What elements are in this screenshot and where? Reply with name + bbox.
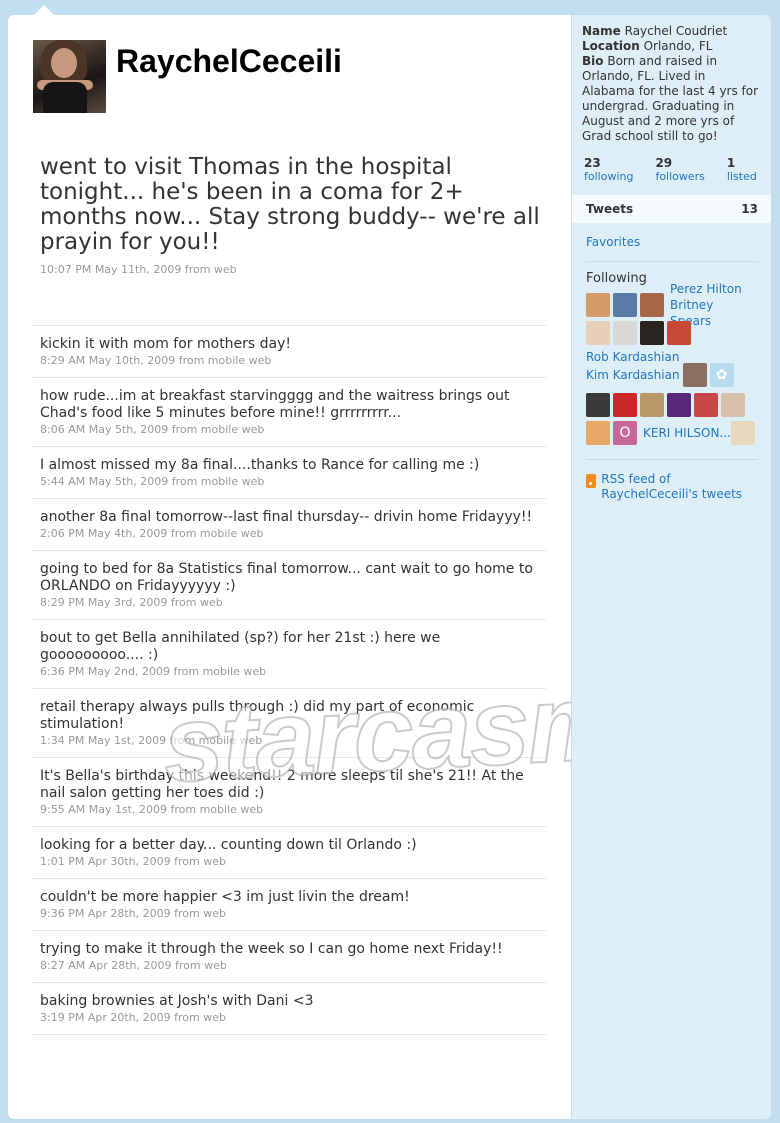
stat-followers-count: 29 [655,156,673,170]
following-avatar[interactable] [586,321,610,345]
avatar[interactable] [33,40,106,113]
o-logo-icon[interactable]: O [613,421,637,445]
profile-stats: 23 following 29 followers 1 listed [572,144,771,183]
tweet-text: bout to get Bella annihilated (sp?) for … [40,630,441,663]
following-row: Perez Hilton Britney Spears [586,282,758,328]
following-avatar[interactable] [613,293,637,317]
featured-tweet: went to visit Thomas in the hospital ton… [40,154,550,277]
profile-bio: Born and raised in Orlando, FL. Lived in… [582,54,759,143]
sidebar: Name Raychel Coudriet Location Orlando, … [571,15,771,1119]
tweet-item: I almost missed my 8a final....thanks to… [32,446,546,498]
tweet-meta[interactable]: 6:36 PM May 2nd, 2009 from mobile web [40,665,538,679]
tweet-meta[interactable]: 1:01 PM Apr 30th, 2009 from web [40,855,538,869]
favorites-link[interactable]: Favorites [572,223,771,249]
tweet-text: baking brownies at Josh's with Dani <3 [40,993,314,1009]
avatar-face [51,48,77,78]
tweet-meta[interactable]: 9:55 AM May 1st, 2009 from mobile web [40,803,538,817]
rss-icon [586,474,597,488]
following-row: Kim Kardashian ✿ [586,363,758,387]
following-avatar[interactable] [613,321,637,345]
stat-following-count: 23 [584,156,601,170]
following-names-2: Rob Kardashian Kim Kardashian ✿ [586,349,758,387]
following-avatar[interactable] [613,393,637,417]
tweet-item: going to bed for 8a Statistics final tom… [32,550,546,619]
tweet-meta[interactable]: 8:29 PM May 3rd, 2009 from web [40,596,538,610]
stat-followers[interactable]: 29 followers [655,156,704,183]
stat-listed-label[interactable]: listed [727,170,757,183]
following-avatar[interactable] [586,293,610,317]
following-perez-hilton[interactable]: Perez Hilton [670,281,758,297]
following-avatar[interactable] [721,393,745,417]
tweet-item: trying to make it through the week so I … [32,930,546,982]
featured-tweet-text: went to visit Thomas in the hospital ton… [40,154,540,255]
tweet-item: baking brownies at Josh's with Dani <3 3:… [32,982,546,1035]
profile-info: Name Raychel Coudriet Location Orlando, … [572,15,771,144]
following-row: O KERI HILSON... [586,419,758,447]
tweet-meta[interactable]: 8:29 AM May 10th, 2009 from mobile web [40,354,538,368]
profile-name: Raychel Coudriet [624,24,728,38]
tweet-meta[interactable]: 9:36 PM Apr 28th, 2009 from web [40,907,538,921]
tweet-text: another 8a final tomorrow--last final th… [40,509,533,525]
rss-feed-link[interactable]: RSS feed of RaychelCeceili's tweets [572,460,771,502]
tweet-text: how rude...im at breakfast starvingggg a… [40,388,510,421]
following-avatar[interactable] [640,321,664,345]
tweet-meta[interactable]: 2:06 PM May 4th, 2009 from mobile web [40,527,538,541]
following-avatar[interactable] [667,393,691,417]
following-avatar[interactable] [640,393,664,417]
following-avatar[interactable] [682,363,707,387]
following-avatar[interactable] [586,421,610,445]
tab-tweets[interactable]: Tweets 13 [572,195,771,223]
page-title: RaychelCeceili [116,43,342,79]
following-avatar[interactable] [694,393,718,417]
stat-listed[interactable]: 1 listed [727,156,757,183]
following-grid: Perez Hilton Britney Spears Rob Kardashi… [572,282,771,447]
following-avatar[interactable] [586,393,610,417]
tweet-item: looking for a better day... counting dow… [32,826,546,878]
location-label: Location [582,39,640,53]
tweet-item: retail therapy always pulls through :) d… [32,688,546,757]
stat-followers-label[interactable]: followers [655,170,704,183]
tab-tweets-count: 13 [741,202,758,216]
tweet-text: kickin it with mom for mothers day! [40,336,292,352]
tweet-text: retail therapy always pulls through :) d… [40,699,475,732]
following-kim-kardashian[interactable]: Kim Kardashian [586,367,680,383]
tweet-list: kickin it with mom for mothers day! 8:29 … [32,325,546,1035]
tweet-meta[interactable]: 3:19 PM Apr 20th, 2009 from web [40,1011,538,1025]
avatar-dress [43,82,87,113]
tab-tweets-label: Tweets [586,202,634,216]
bio-label: Bio [582,54,604,68]
tweet-text: It's Bella's birthday this weekend!! 2 m… [40,768,524,801]
tweet-item: couldn't be more happier <3 im just livi… [32,878,546,930]
name-label: Name [582,24,621,38]
tweet-item: another 8a final tomorrow--last final th… [32,498,546,550]
stat-following-label[interactable]: following [584,170,633,183]
tweet-meta[interactable]: 1:34 PM May 1st, 2009 from mobile web [40,734,538,748]
tweet-meta[interactable]: 8:27 AM Apr 28th, 2009 from web [40,959,538,973]
featured-tweet-meta[interactable]: 10:07 PM May 11th, 2009 from web [40,263,550,276]
tweet-item: how rude...im at breakfast starvingggg a… [32,377,546,446]
rss-label[interactable]: RSS feed of RaychelCeceili's tweets [601,472,758,502]
following-avatar[interactable] [667,321,691,345]
profile-location: Orlando, FL [643,39,713,53]
following-avatar[interactable] [731,421,755,445]
tweet-text: couldn't be more happier <3 im just livi… [40,889,410,905]
twitter-bird-icon[interactable]: ✿ [709,363,734,387]
following-row [586,391,758,419]
tweet-text: I almost missed my 8a final....thanks to… [40,457,480,473]
stat-following[interactable]: 23 following [584,156,633,183]
tweet-text: looking for a better day... counting dow… [40,837,417,853]
following-avatar[interactable] [640,293,664,317]
tweet-meta[interactable]: 5:44 AM May 5th, 2009 from mobile web [40,475,538,489]
following-keri-hilson[interactable]: KERI HILSON... [643,425,731,441]
tweet-meta[interactable]: 8:06 AM May 5th, 2009 from mobile web [40,423,538,437]
tweet-item: bout to get Bella annihilated (sp?) for … [32,619,546,688]
timeline-column: RaychelCeceili went to visit Thomas in t… [8,15,771,1119]
profile-frame: RaychelCeceili went to visit Thomas in t… [8,15,771,1119]
page-notch [34,5,54,15]
tweet-text: going to bed for 8a Statistics final tom… [40,561,533,594]
tweet-item: kickin it with mom for mothers day! 8:29 … [32,325,546,377]
stat-listed-count: 1 [726,156,736,170]
tweet-item: It's Bella's birthday this weekend!! 2 m… [32,757,546,826]
tweet-text: trying to make it through the week so I … [40,941,503,957]
